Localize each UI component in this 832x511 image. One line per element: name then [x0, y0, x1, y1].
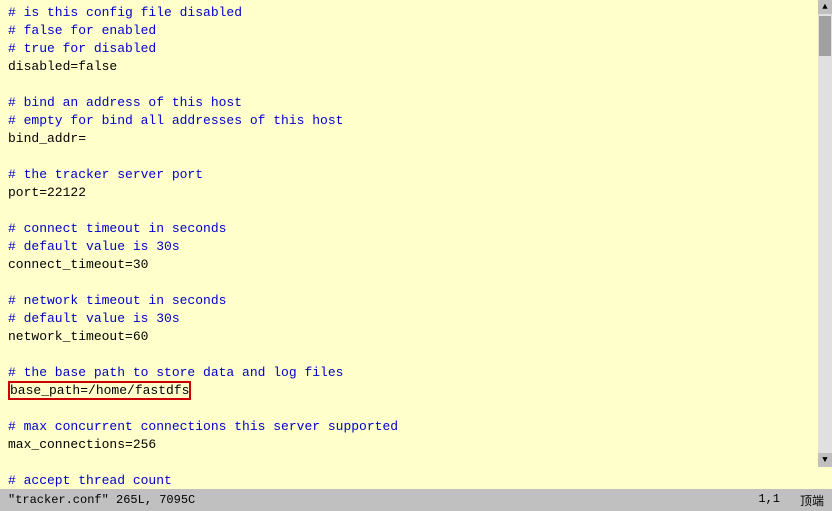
line-text: port=22122 — [8, 185, 86, 200]
line-12 — [8, 202, 806, 220]
line-text: # connect timeout in seconds — [8, 221, 226, 236]
line-18: # default value is 30s — [8, 310, 806, 328]
status-bar: "tracker.conf" 265L, 7095C 1,1 顶端 — [0, 489, 832, 511]
line-text: # false for enabled — [8, 23, 156, 38]
status-file-label: "tracker.conf" 265L, 7095C — [8, 493, 195, 507]
line-text: bind_addr= — [8, 131, 86, 146]
editor-container: # is this config file disabled # false f… — [0, 0, 832, 511]
line-text: # empty for bind all addresses of this h… — [8, 113, 343, 128]
line-8: bind_addr= — [8, 130, 806, 148]
line-13: # connect timeout in seconds — [8, 220, 806, 238]
scroll-thumb[interactable] — [819, 16, 831, 56]
line-21: # the base path to store data and log fi… — [8, 364, 806, 382]
line-text: # true for disabled — [8, 41, 156, 56]
line-text: # the tracker server port — [8, 167, 203, 182]
editor-content[interactable]: # is this config file disabled # false f… — [0, 0, 832, 489]
line-24: # max concurrent connections this server… — [8, 418, 806, 436]
status-position: 1,1 — [758, 492, 780, 509]
line-text: # default value is 30s — [8, 239, 180, 254]
line-25: max_connections=256 — [8, 436, 806, 454]
line-text: disabled=false — [8, 59, 117, 74]
status-filename: "tracker.conf" 265L, 7095C — [8, 493, 758, 507]
line-11: port=22122 — [8, 184, 806, 202]
line-text: connect_timeout=30 — [8, 257, 148, 272]
line-19: network_timeout=60 — [8, 328, 806, 346]
line-2: # false for enabled — [8, 22, 806, 40]
scrollbar[interactable]: ▲ ▼ — [818, 0, 832, 467]
line-1: # is this config file disabled — [8, 4, 806, 22]
line-text: # network timeout in seconds — [8, 293, 226, 308]
line-20 — [8, 346, 806, 364]
line-text: # accept thread count — [8, 473, 172, 488]
highlighted-value: base_path=/home/fastdfs — [8, 381, 191, 400]
line-text: # the base path to store data and log fi… — [8, 365, 343, 380]
line-text: # max concurrent connections this server… — [8, 419, 398, 434]
line-16 — [8, 274, 806, 292]
line-9 — [8, 148, 806, 166]
status-location: 顶端 — [800, 492, 824, 509]
line-text: max_connections=256 — [8, 437, 156, 452]
line-26 — [8, 454, 806, 472]
line-text: # bind an address of this host — [8, 95, 242, 110]
scroll-down-button[interactable]: ▼ — [818, 453, 832, 467]
line-27: # accept thread count — [8, 472, 806, 489]
line-7: # empty for bind all addresses of this h… — [8, 112, 806, 130]
line-23 — [8, 400, 806, 418]
line-14: # default value is 30s — [8, 238, 806, 256]
line-6: # bind an address of this host — [8, 94, 806, 112]
line-4: disabled=false — [8, 58, 806, 76]
line-10: # the tracker server port — [8, 166, 806, 184]
line-22: base_path=/home/fastdfs — [8, 382, 806, 400]
status-right: 1,1 顶端 — [758, 492, 824, 509]
code-area: # is this config file disabled # false f… — [8, 4, 824, 489]
scroll-up-button[interactable]: ▲ — [818, 0, 832, 14]
line-text: # default value is 30s — [8, 311, 180, 326]
line-text: network_timeout=60 — [8, 329, 148, 344]
line-3: # true for disabled — [8, 40, 806, 58]
line-5 — [8, 76, 806, 94]
line-text: # is this config file disabled — [8, 5, 242, 20]
line-15: connect_timeout=30 — [8, 256, 806, 274]
line-17: # network timeout in seconds — [8, 292, 806, 310]
